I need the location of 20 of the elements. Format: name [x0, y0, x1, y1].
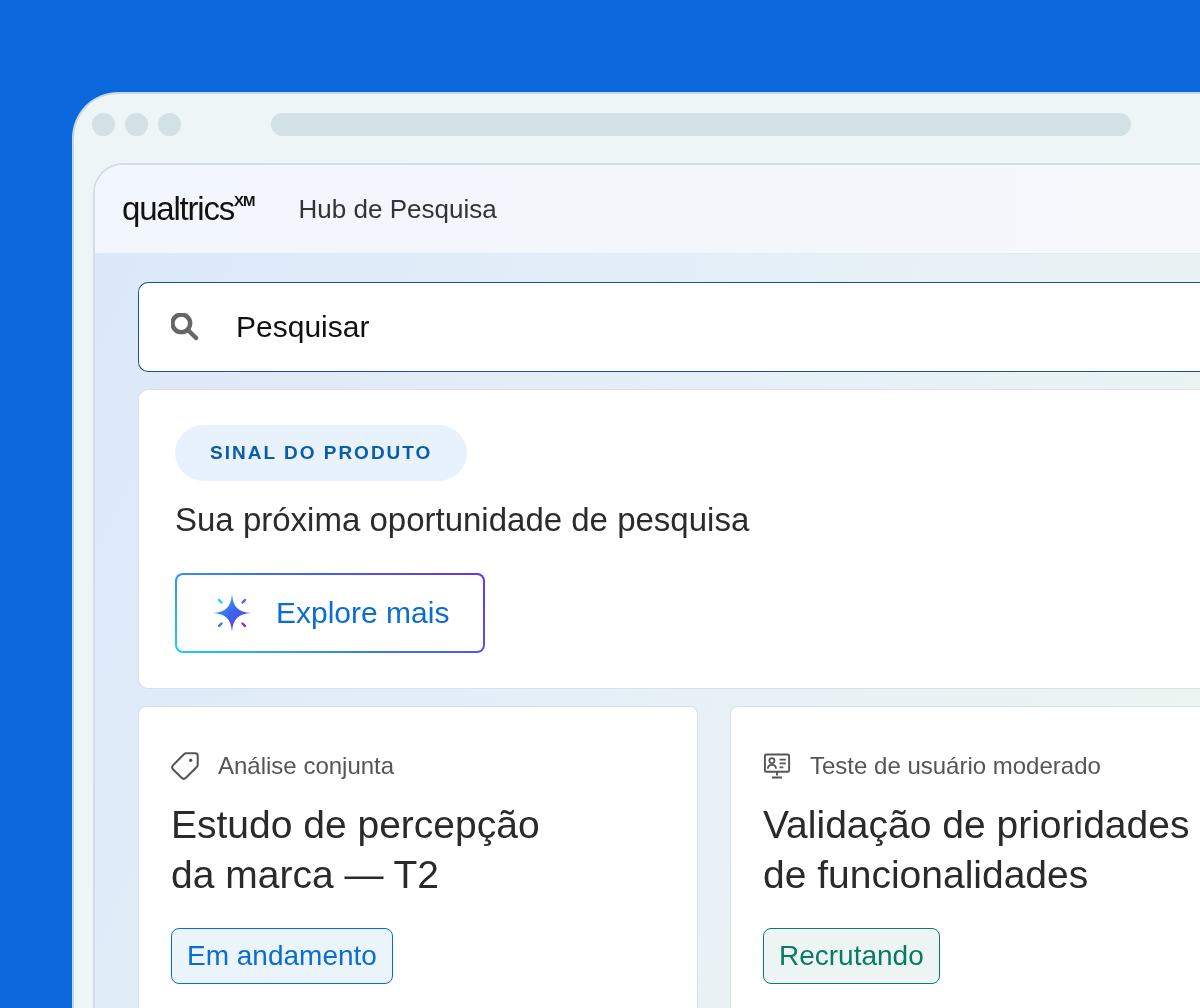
window-dot-icon — [158, 113, 181, 136]
study-category: Teste de usuário moderado — [810, 752, 1101, 780]
status-tag: Em andamento — [171, 928, 393, 984]
window-dot-icon — [92, 113, 115, 136]
page-title: Hub de Pesquisa — [298, 193, 497, 225]
tag-icon — [171, 752, 199, 780]
card-headline: Sua próxima oportunidade de pesquisa — [175, 501, 750, 539]
status-tag: Recrutando — [763, 928, 940, 984]
explore-button[interactable]: Explore mais — [175, 573, 486, 653]
monitor-user-icon — [763, 752, 791, 780]
logo: qualtrics$^{XM}$ — [122, 189, 255, 229]
window-dot-icon — [125, 113, 148, 136]
study-title: Estudo de percepção da marca — T2 — [171, 802, 540, 898]
category-badge: SINAL DO PRODUTO — [175, 425, 468, 481]
study-card[interactable]: Análise conjunta Estudo de percepção da marca — T2 Em andamento — [138, 706, 698, 1008]
study-card[interactable]: Teste de usuário moderado Validação de prioridades de funcionalidades Recrutando — [730, 706, 1200, 1008]
study-category: Análise conjunta — [218, 752, 395, 780]
study-title: Validação de prioridades de funcionalidades — [763, 802, 1190, 898]
search-icon — [171, 313, 199, 341]
search-field[interactable]: Pesquisar — [138, 282, 1200, 372]
